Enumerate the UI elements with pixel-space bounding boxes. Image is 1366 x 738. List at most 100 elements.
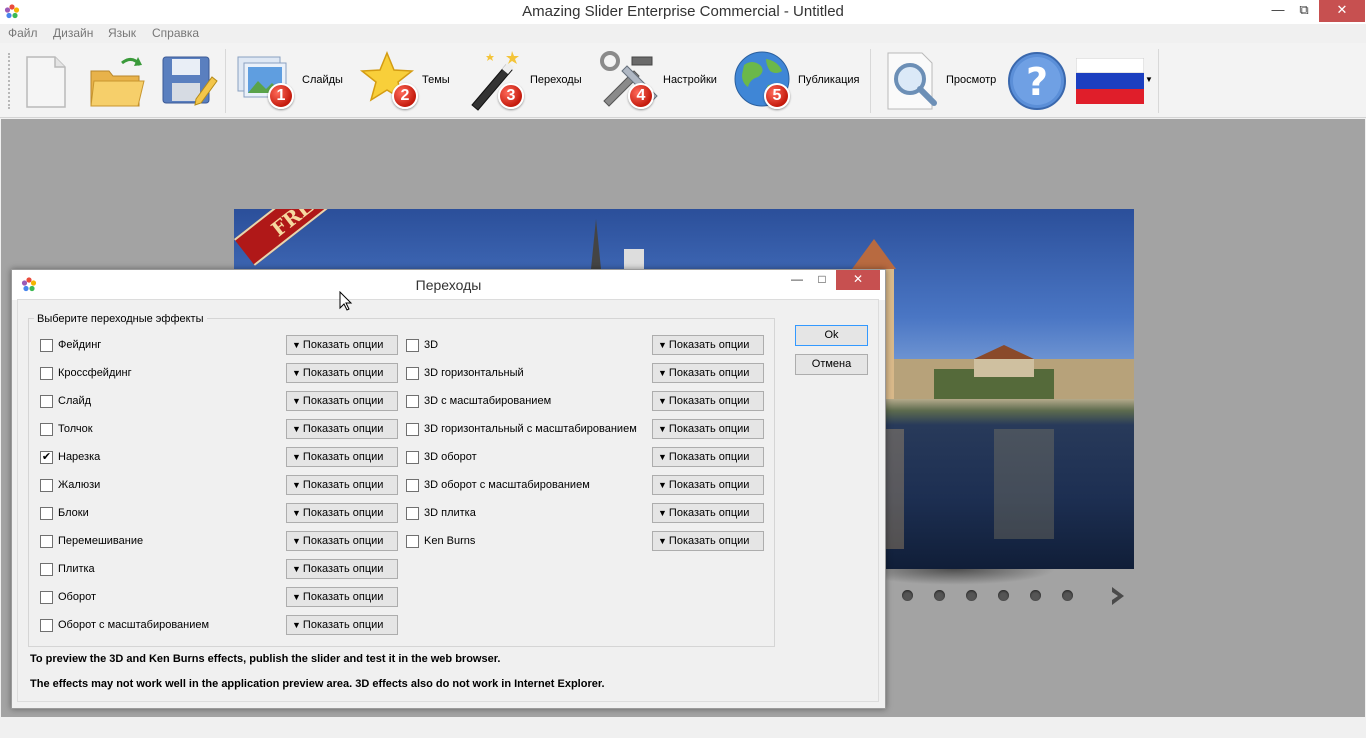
effect-checkbox[interactable] — [406, 339, 419, 352]
effect-checkbox[interactable] — [406, 507, 419, 520]
dropdown-arrow-icon: ▼ — [292, 536, 301, 546]
effect-label: Кроссфейдинг — [58, 367, 132, 379]
restore-button[interactable]: ⧉ — [1290, 0, 1318, 22]
slider-dot[interactable] — [998, 590, 1009, 601]
effect-checkbox[interactable] — [40, 479, 53, 492]
show-options-button[interactable]: ▼ Показать опции — [286, 531, 398, 551]
effect-checkbox[interactable] — [40, 507, 53, 520]
dropdown-arrow-icon: ▼ — [292, 340, 301, 350]
show-options-button[interactable]: ▼ Показать опции — [652, 335, 764, 355]
open-button[interactable] — [88, 49, 146, 113]
effect-checkbox[interactable] — [406, 479, 419, 492]
effect-label: 3D горизонтальный с масштабированием — [424, 423, 637, 435]
russian-flag-icon — [1076, 58, 1144, 104]
new-button[interactable] — [22, 49, 70, 113]
show-options-label: Показать опции — [668, 423, 750, 435]
effect-checkbox[interactable] — [40, 563, 53, 576]
menu-help[interactable]: Справка — [152, 26, 199, 40]
slider-dot[interactable] — [902, 590, 913, 601]
show-options-button[interactable]: ▼ Показать опции — [652, 419, 764, 439]
effect-label: Оборот с масштабированием — [58, 619, 210, 631]
effect-checkbox[interactable] — [406, 451, 419, 464]
ok-button[interactable]: Ok — [795, 325, 868, 346]
effect-checkbox[interactable] — [406, 423, 419, 436]
show-options-button[interactable]: ▼ Показать опции — [286, 447, 398, 467]
dropdown-arrow-icon: ▼ — [658, 480, 667, 490]
show-options-label: Показать опции — [302, 451, 384, 463]
chevron-down-icon[interactable]: ▼ — [1145, 75, 1153, 84]
save-button[interactable] — [160, 49, 218, 113]
show-options-label: Показать опции — [302, 367, 384, 379]
step-badge-3: 3 — [498, 83, 524, 109]
show-options-label: Показать опции — [668, 479, 750, 491]
effect-checkbox[interactable] — [40, 535, 53, 548]
show-options-button[interactable]: ▼ Показать опции — [286, 363, 398, 383]
show-options-button[interactable]: ▼ Показать опции — [652, 475, 764, 495]
effect-checkbox[interactable] — [40, 423, 53, 436]
note-3d-preview: To preview the 3D and Ken Burns effects,… — [30, 653, 501, 665]
show-options-button[interactable]: ▼ Показать опции — [652, 503, 764, 523]
effect-checkbox[interactable] — [40, 591, 53, 604]
effect-checkbox[interactable] — [40, 367, 53, 380]
effect-checkbox[interactable] — [406, 395, 419, 408]
effect-label: Толчок — [58, 423, 93, 435]
effect-checkbox[interactable] — [406, 367, 419, 380]
show-options-label: Показать опции — [302, 535, 384, 547]
main-toolbar: 1 Слайды 2 Темы 3 Переходы 4 Настройки 5… — [0, 43, 1366, 118]
show-options-button[interactable]: ▼ Показать опции — [286, 587, 398, 607]
menu-file[interactable]: Файл — [8, 26, 38, 40]
language-selector[interactable]: ▼ — [1074, 49, 1158, 113]
next-arrow-icon[interactable] — [1106, 584, 1130, 608]
show-options-button[interactable]: ▼ Показать опции — [652, 531, 764, 551]
show-options-label: Показать опции — [302, 619, 384, 631]
effect-label: Фейдинг — [58, 339, 102, 351]
menu-language[interactable]: Язык — [108, 26, 136, 40]
dropdown-arrow-icon: ▼ — [658, 396, 667, 406]
open-folder-icon — [90, 57, 145, 107]
publish-button[interactable]: 5 Публикация — [734, 49, 864, 113]
menu-design[interactable]: Дизайн — [53, 26, 93, 40]
show-options-button[interactable]: ▼ Показать опции — [286, 335, 398, 355]
settings-button[interactable]: 4 Настройки — [598, 49, 722, 113]
effect-checkbox[interactable] — [40, 395, 53, 408]
help-button[interactable]: ? — [1006, 49, 1068, 113]
show-options-button[interactable]: ▼ Показать опции — [286, 559, 398, 579]
effect-checkbox[interactable] — [406, 535, 419, 548]
show-options-button[interactable]: ▼ Показать опции — [652, 363, 764, 383]
slider-dot[interactable] — [1030, 590, 1041, 601]
dropdown-arrow-icon: ▼ — [658, 340, 667, 350]
effect-label: 3D горизонтальный — [424, 367, 524, 379]
effect-checkbox[interactable] — [40, 451, 53, 464]
step-badge-2: 2 — [392, 83, 418, 109]
themes-button[interactable]: 2 Темы — [358, 49, 454, 113]
dialog-close-button[interactable]: ✕ — [836, 270, 880, 290]
slider-dot[interactable] — [966, 590, 977, 601]
show-options-button[interactable]: ▼ Показать опции — [286, 615, 398, 635]
show-options-button[interactable]: ▼ Показать опции — [286, 503, 398, 523]
show-options-button[interactable]: ▼ Показать опции — [286, 419, 398, 439]
publish-label: Публикация — [798, 74, 860, 86]
show-options-button[interactable]: ▼ Показать опции — [286, 475, 398, 495]
free-ribbon: FREE — [234, 209, 364, 271]
slider-dot[interactable] — [1062, 590, 1073, 601]
transitions-button[interactable]: 3 Переходы — [464, 49, 588, 113]
close-button[interactable]: ✕ — [1319, 0, 1365, 22]
dialog-maximize-button[interactable]: □ — [809, 270, 835, 290]
show-options-button[interactable]: ▼ Показать опции — [286, 391, 398, 411]
dropdown-arrow-icon: ▼ — [658, 368, 667, 378]
dropdown-arrow-icon: ▼ — [658, 508, 667, 518]
slider-dot[interactable] — [934, 590, 945, 601]
dialog-minimize-button[interactable]: — — [784, 270, 810, 290]
cancel-button[interactable]: Отмена — [795, 354, 868, 375]
effect-label: Жалюзи — [58, 479, 101, 491]
effect-checkbox[interactable] — [40, 619, 53, 632]
toolbar-grip[interactable] — [8, 53, 10, 109]
slides-button[interactable]: 1 Слайды — [236, 49, 348, 113]
show-options-button[interactable]: ▼ Показать опции — [652, 391, 764, 411]
preview-button[interactable]: Просмотр — [884, 49, 1000, 113]
show-options-button[interactable]: ▼ Показать опции — [652, 447, 764, 467]
minimize-button[interactable]: — — [1264, 0, 1292, 22]
dialog-title: Переходы — [415, 277, 482, 293]
dialog-titlebar[interactable]: Переходы — □ ✕ — [12, 270, 885, 300]
effect-checkbox[interactable] — [40, 339, 53, 352]
